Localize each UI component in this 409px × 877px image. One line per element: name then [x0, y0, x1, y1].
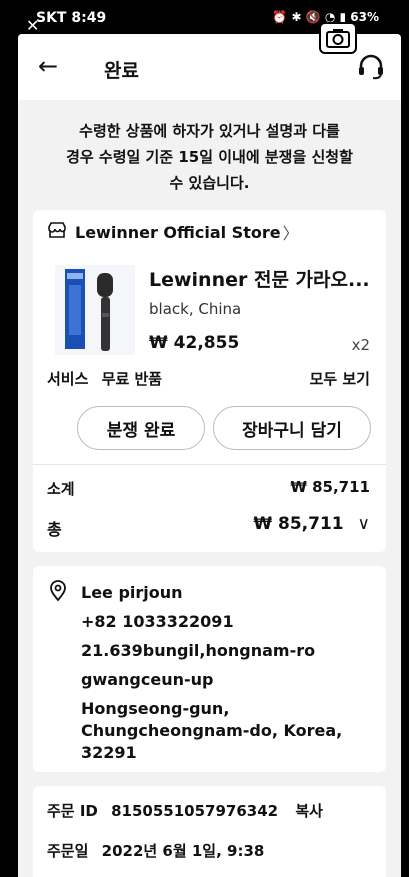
- order-detail-screen: ← 완료 수령한 상품에 하자가 있거나 설명과 다를 경우 수령일 기준 15…: [18, 34, 401, 877]
- product-price: ₩ 42,855: [149, 333, 240, 353]
- order-id-row: 주문 ID 8150551057976342 복사: [47, 800, 323, 821]
- divider: [33, 464, 386, 465]
- back-arrow-icon[interactable]: ←: [38, 54, 58, 78]
- product-variant: black, China: [149, 300, 242, 318]
- total-value-toggle[interactable]: ₩ 85,711 ∨: [253, 514, 370, 534]
- address-line: 21.639bungil,hongnam-ro: [81, 641, 316, 660]
- store-icon: [47, 221, 67, 243]
- shipping-address-card: Lee pirjoun +82 1033322091 21.639bungil,…: [33, 566, 386, 772]
- status-time: SKT 8:49: [36, 10, 107, 26]
- product-thumbnail[interactable]: [55, 265, 135, 355]
- address-block: Lee pirjoun +82 1033322091 21.639bungil,…: [81, 582, 342, 764]
- recipient-phone: +82 1033322091: [81, 612, 234, 631]
- store-link[interactable]: Lewinner Official Store 〉: [47, 220, 299, 244]
- order-id-label: 주문 ID: [47, 802, 98, 820]
- total-label: 총: [47, 520, 62, 539]
- copy-button[interactable]: 복사: [295, 802, 323, 820]
- service-value: 무료 반품: [101, 370, 163, 388]
- add-to-cart-button[interactable]: 장바구니 담기: [213, 406, 371, 450]
- customer-service-icon[interactable]: [357, 54, 385, 84]
- order-info-card: 주문 ID 8150551057976342 복사 주문일 2022년 6월 1…: [33, 786, 386, 877]
- store-name: Lewinner Official Store: [75, 222, 281, 242]
- battery-level: 63%: [350, 10, 379, 24]
- page-title: 완료: [104, 60, 139, 82]
- dispute-notice: 수령한 상품에 하자가 있거나 설명과 다를 경우 수령일 기준 15일 이내에…: [66, 122, 353, 192]
- subtotal-value: ₩ 85,711: [290, 478, 370, 496]
- chevron-down-icon: ∨: [357, 514, 370, 534]
- service-info: 서비스 무료 반품: [47, 368, 170, 389]
- screenshot-camera-icon[interactable]: [319, 22, 357, 54]
- product-name[interactable]: Lewinner 전문 가라오...: [149, 265, 370, 292]
- order-date-label: 주문일: [47, 842, 89, 860]
- product-quantity: x2: [351, 336, 370, 354]
- total-value: ₩ 85,711: [253, 514, 344, 534]
- see-all-link[interactable]: 모두 보기: [310, 368, 370, 389]
- address-line: 32291: [81, 743, 137, 762]
- address-line: gwangceun-up: [81, 670, 214, 689]
- order-id-value: 8150551057976342: [111, 802, 279, 820]
- chevron-right-icon: 〉: [282, 224, 299, 243]
- location-pin-icon: [49, 580, 67, 606]
- store-order-card: Lewinner Official Store 〉 Lewinner 전문 가라…: [33, 210, 386, 552]
- service-label: 서비스: [47, 370, 89, 388]
- recipient-name: Lee pirjoun: [81, 583, 183, 602]
- subtotal-label: 소계: [47, 480, 75, 498]
- address-line: Chungcheongnam-do, Korea,: [81, 721, 343, 740]
- dispute-complete-button[interactable]: 분쟁 완료: [77, 406, 205, 450]
- order-date-value: 2022년 6월 1일, 9:38: [101, 842, 265, 860]
- address-line: Hongseong-gun,: [81, 699, 230, 718]
- order-date-row: 주문일 2022년 6월 1일, 9:38: [47, 840, 264, 861]
